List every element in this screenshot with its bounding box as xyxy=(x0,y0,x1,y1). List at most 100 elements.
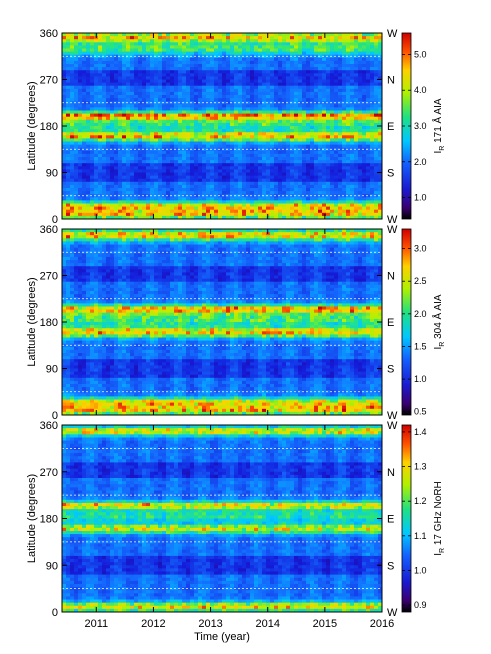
heatmap-cell xyxy=(134,200,139,204)
heatmap-cell xyxy=(98,45,103,49)
heatmap-cell xyxy=(110,135,115,139)
heatmap-cell xyxy=(90,95,95,99)
heatmap-cell xyxy=(90,126,95,130)
heatmap-cell xyxy=(230,197,235,201)
heatmap-cell xyxy=(82,206,87,211)
heatmap-cell xyxy=(78,178,83,183)
heatmap-cell xyxy=(302,126,307,130)
heatmap-cell xyxy=(62,359,67,363)
heatmap-cell xyxy=(370,181,375,186)
heatmap-cell xyxy=(306,107,311,111)
heatmap-cell xyxy=(118,184,123,189)
heatmap-cell xyxy=(62,263,67,267)
heatmap-cell xyxy=(90,169,95,173)
heatmap-cell xyxy=(134,197,139,201)
heatmap-cell xyxy=(122,82,127,87)
heatmap-cell xyxy=(294,85,299,90)
heatmap-cell xyxy=(86,203,91,207)
heatmap-cell xyxy=(106,153,111,158)
heatmap-cell xyxy=(274,157,279,161)
heatmap-cell xyxy=(298,36,303,40)
heatmap-cell xyxy=(350,200,355,204)
heatmap-cell xyxy=(186,150,191,155)
heatmap-cell xyxy=(270,57,275,62)
heatmap-cell xyxy=(334,45,339,49)
heatmap-cell xyxy=(102,88,107,93)
heatmap-cell xyxy=(222,110,227,114)
heatmap-cell xyxy=(162,160,167,164)
heatmap-cell xyxy=(202,57,207,62)
heatmap-cell xyxy=(334,82,339,87)
heatmap-cell xyxy=(150,172,155,176)
heatmap-cell xyxy=(74,212,79,217)
heatmap-cell xyxy=(114,107,119,111)
heatmap-cell xyxy=(242,178,247,183)
heatmap-cell xyxy=(82,36,87,40)
heatmap-cell xyxy=(66,387,71,391)
heatmap-cell xyxy=(254,184,259,189)
heatmap-cell xyxy=(282,141,287,145)
heatmap-cell xyxy=(246,110,251,114)
heatmap-cell xyxy=(66,340,71,345)
heatmap-cell xyxy=(158,91,163,96)
heatmap-cell xyxy=(198,60,203,65)
heatmap-cell xyxy=(250,126,255,130)
heatmap-cell xyxy=(134,132,139,136)
heatmap-cell xyxy=(238,98,243,102)
heatmap-cell xyxy=(70,238,75,242)
heatmap-cell xyxy=(246,95,251,99)
heatmap-cell xyxy=(86,57,91,62)
heatmap-cell xyxy=(62,132,67,136)
heatmap-cell xyxy=(262,42,267,46)
heatmap-cell xyxy=(286,110,291,114)
heatmap-cell xyxy=(334,48,339,52)
heatmap-cell xyxy=(138,163,143,167)
heatmap-cell xyxy=(218,181,223,186)
heatmap-cell xyxy=(282,36,287,40)
heatmap-cell xyxy=(286,132,291,136)
heatmap-cell xyxy=(282,88,287,93)
heatmap-cell xyxy=(134,107,139,111)
heatmap-cell xyxy=(158,36,163,40)
heatmap-cell xyxy=(78,36,83,40)
heatmap-cell xyxy=(190,200,195,204)
heatmap-cell xyxy=(178,132,183,136)
heatmap-cell xyxy=(274,60,279,65)
heatmap-cell xyxy=(266,122,271,127)
heatmap-cell xyxy=(302,203,307,207)
heatmap-cell xyxy=(162,184,167,189)
heatmap-cell xyxy=(230,184,235,189)
heatmap-cell xyxy=(118,107,123,111)
heatmap-cell xyxy=(214,160,219,164)
heatmap-cell xyxy=(62,60,67,65)
heatmap-cell xyxy=(330,88,335,93)
heatmap-cell xyxy=(218,91,223,96)
heatmap-cell xyxy=(110,39,115,43)
heatmap-cell xyxy=(338,73,343,77)
heatmap-cell xyxy=(66,284,71,289)
heatmap-cell xyxy=(62,113,67,118)
heatmap-cell xyxy=(298,104,303,108)
heatmap-cell xyxy=(102,141,107,145)
heatmap-cell xyxy=(110,95,115,99)
heatmap-cell xyxy=(154,91,159,96)
heatmap-cell xyxy=(142,104,147,108)
heatmap-cell xyxy=(318,172,323,176)
heatmap-cell xyxy=(86,126,91,130)
heatmap-cell xyxy=(166,33,171,37)
heatmap-cell xyxy=(182,129,187,133)
heatmap-cell xyxy=(358,73,363,77)
heatmap-cell xyxy=(70,281,75,286)
heatmap-cell xyxy=(94,197,99,201)
heatmap-cell xyxy=(70,181,75,186)
heatmap-cell xyxy=(362,153,367,158)
heatmap-cell xyxy=(90,48,95,52)
heatmap-cell xyxy=(178,107,183,111)
heatmap-cell xyxy=(302,166,307,170)
heatmap-cell xyxy=(218,157,223,161)
heatmap-cell xyxy=(358,76,363,80)
heatmap-cell xyxy=(354,42,359,46)
heatmap-cell xyxy=(110,212,115,217)
heatmap-cell xyxy=(62,294,67,298)
heatmap-cell xyxy=(102,157,107,161)
